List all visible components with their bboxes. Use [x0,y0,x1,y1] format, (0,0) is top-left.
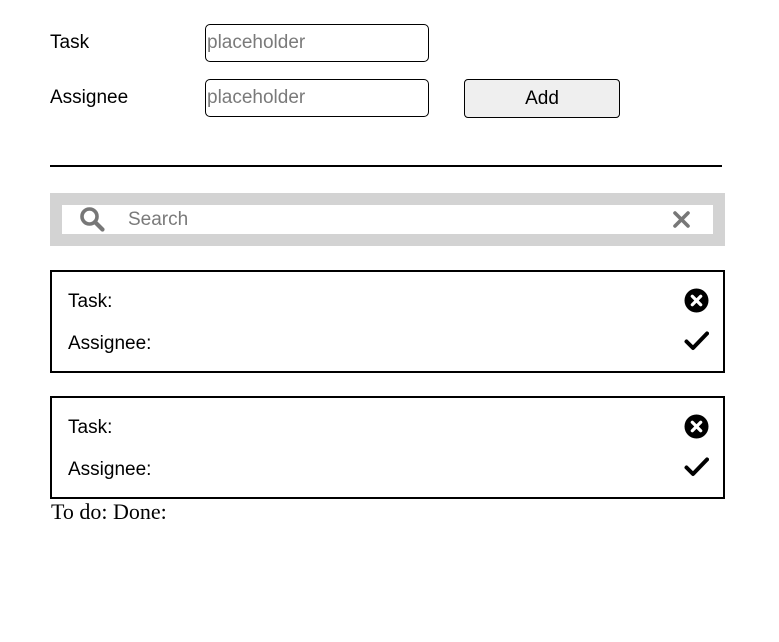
assignee-form-row: Assignee Add [50,79,730,118]
card-task-label: Task: [68,291,113,312]
search-bar [50,193,725,246]
card-assignee-label: Assignee: [68,459,152,480]
card-assignee-label: Assignee: [68,333,152,354]
assignee-label: Assignee [50,87,129,108]
add-button[interactable]: Add [464,79,620,118]
check-icon[interactable] [684,456,709,478]
search-icon[interactable] [79,206,105,232]
task-card: Task: Assignee: [50,396,725,499]
divider [50,165,722,167]
times-circle-icon[interactable] [684,288,709,313]
times-circle-icon[interactable] [684,414,709,439]
assignee-input[interactable] [205,79,429,117]
task-form-row: Task [50,24,730,62]
task-input[interactable] [205,24,429,62]
check-icon[interactable] [684,330,709,352]
close-icon[interactable] [672,210,691,229]
search-field [62,205,713,234]
card-task-label: Task: [68,417,113,438]
task-label: Task [50,32,90,53]
task-summary: To do: Done: [51,499,167,524]
todo-app: Task Assignee Add Task: Assignee: [0,0,779,642]
task-card: Task: Assignee: [50,270,725,373]
search-input[interactable] [124,205,668,234]
